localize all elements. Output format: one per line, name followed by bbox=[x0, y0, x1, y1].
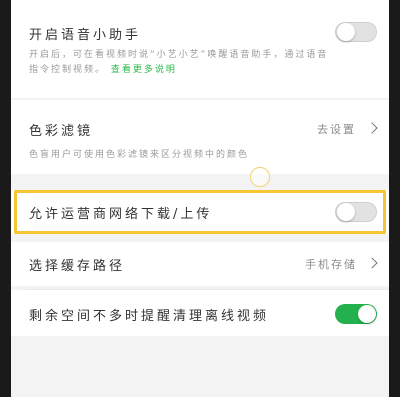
storage-path-title: 选择缓存路径 bbox=[29, 259, 126, 274]
highlight-frame bbox=[14, 190, 386, 234]
device-frame: 开启语音小助手 开启后，可在看视频时说“小艺小艺”唤醒语音助手，通过语音 指令控… bbox=[0, 0, 400, 397]
color-filter-description: 色盲用户可使用色彩滤镜来区分视频中的颜色 bbox=[29, 150, 250, 160]
touch-indicator bbox=[250, 167, 270, 187]
low-storage-reminder-row: 剩余空间不多时提醒清理离线视频 bbox=[11, 290, 389, 336]
voice-assistant-description-line1: 开启后，可在看视频时说“小艺小艺”唤醒语音助手，通过语音 bbox=[29, 50, 329, 60]
voice-assistant-row: 开启语音小助手 开启后，可在看视频时说“小艺小艺”唤醒语音助手，通过语音 指令控… bbox=[11, 0, 389, 98]
chevron-right-icon bbox=[366, 122, 378, 134]
toggle-knob bbox=[358, 305, 376, 323]
more-info-link[interactable]: 查看更多说明 bbox=[111, 65, 177, 75]
voice-assistant-description-line2: 指令控制视频。 bbox=[29, 65, 107, 75]
low-storage-reminder-toggle[interactable] bbox=[335, 304, 377, 324]
voice-assistant-toggle[interactable] bbox=[335, 22, 377, 42]
settings-screen: 开启语音小助手 开启后，可在看视频时说“小艺小艺”唤醒语音助手，通过语音 指令控… bbox=[11, 0, 389, 397]
voice-assistant-description: 开启后，可在看视频时说“小艺小艺”唤醒语音助手，通过语音 指令控制视频。 查看更… bbox=[29, 48, 328, 78]
color-filter-value: 去设置 bbox=[317, 123, 356, 136]
storage-path-row[interactable]: 选择缓存路径 手机存储 bbox=[11, 242, 389, 286]
low-storage-reminder-title: 剩余空间不多时提醒清理离线视频 bbox=[29, 309, 270, 324]
chevron-right-icon bbox=[366, 257, 378, 269]
color-filter-title: 色彩滤镜 bbox=[29, 124, 94, 139]
storage-path-value: 手机存储 bbox=[305, 258, 357, 271]
voice-assistant-title: 开启语音小助手 bbox=[29, 28, 142, 43]
toggle-knob bbox=[337, 23, 355, 41]
color-filter-row[interactable]: 色彩滤镜 去设置 色盲用户可使用色彩滤镜来区分视频中的颜色 bbox=[11, 100, 389, 174]
